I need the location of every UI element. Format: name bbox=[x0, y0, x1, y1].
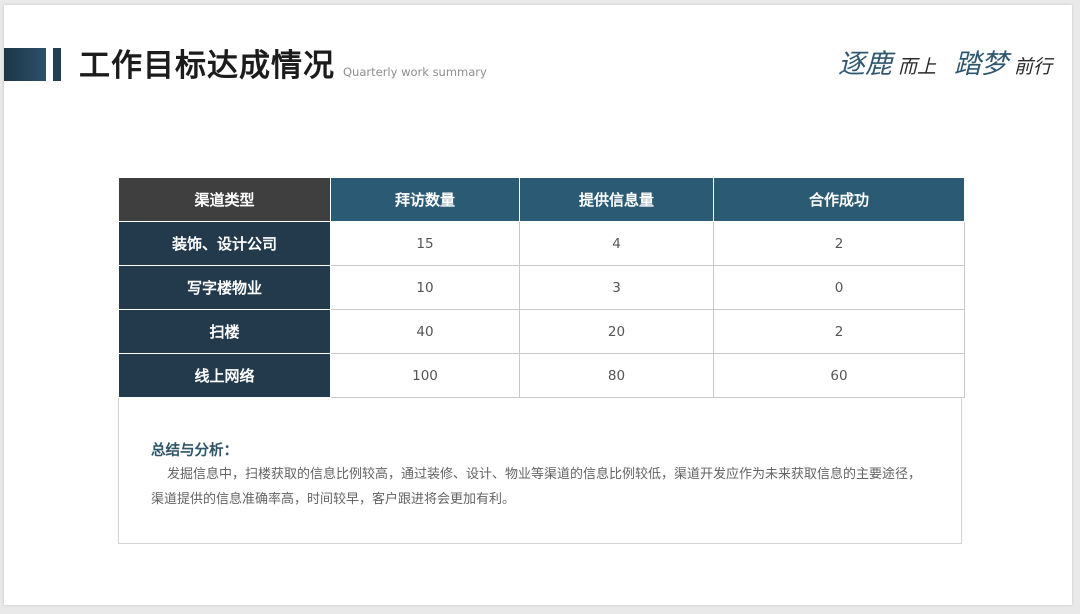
cell-success: 60 bbox=[713, 353, 965, 398]
cell-info: 3 bbox=[519, 265, 714, 310]
column-header-info: 提供信息量 bbox=[519, 177, 714, 222]
cell-visits: 10 bbox=[330, 265, 520, 310]
summary-body: 发掘信息中，扫楼获取的信息比例较高，通过装修、设计、物业等渠道的信息比例较低，渠… bbox=[151, 467, 922, 507]
cell-success: 2 bbox=[713, 309, 965, 354]
slogan-part1-big: 逐鹿 bbox=[837, 49, 892, 80]
slogan: 逐鹿 而上 踏梦 前行 bbox=[838, 48, 1052, 85]
page-subtitle: Quarterly work summary bbox=[343, 65, 487, 79]
column-header-channel: 渠道类型 bbox=[118, 177, 331, 222]
cell-visits: 40 bbox=[330, 309, 520, 354]
row-header-channel: 装饰、设计公司 bbox=[118, 221, 331, 266]
cell-info: 80 bbox=[519, 353, 714, 398]
cell-info: 20 bbox=[519, 309, 714, 354]
title-accent-bar bbox=[53, 48, 61, 81]
summary-title: 总结与分析： bbox=[151, 443, 238, 459]
cell-info: 4 bbox=[519, 221, 714, 266]
column-header-success: 合作成功 bbox=[713, 177, 965, 222]
page-title: 工作目标达成情况 bbox=[79, 48, 335, 84]
cell-visits: 100 bbox=[330, 353, 520, 398]
slogan-part2-small: 前行 bbox=[1013, 56, 1052, 78]
table-row: 写字楼物业 10 3 0 bbox=[118, 265, 965, 310]
cell-success: 2 bbox=[713, 221, 965, 266]
channel-table: 渠道类型 拜访数量 提供信息量 合作成功 装饰、设计公司 15 4 2 写字楼物… bbox=[118, 177, 965, 398]
row-header-channel: 线上网络 bbox=[118, 353, 331, 398]
slogan-part2-big: 踏梦 bbox=[953, 49, 1008, 80]
row-header-channel: 写字楼物业 bbox=[118, 265, 331, 310]
cell-success: 0 bbox=[713, 265, 965, 310]
row-header-channel: 扫楼 bbox=[118, 309, 331, 354]
column-header-visits: 拜访数量 bbox=[330, 177, 520, 222]
cell-visits: 15 bbox=[330, 221, 520, 266]
table-row: 装饰、设计公司 15 4 2 bbox=[118, 221, 965, 266]
table-row: 线上网络 100 80 60 bbox=[118, 353, 965, 398]
table-row: 扫楼 40 20 2 bbox=[118, 309, 965, 354]
title-accent-block bbox=[4, 48, 46, 81]
slogan-part1-small: 而上 bbox=[897, 56, 936, 78]
table-header-row: 渠道类型 拜访数量 提供信息量 合作成功 bbox=[118, 177, 965, 222]
